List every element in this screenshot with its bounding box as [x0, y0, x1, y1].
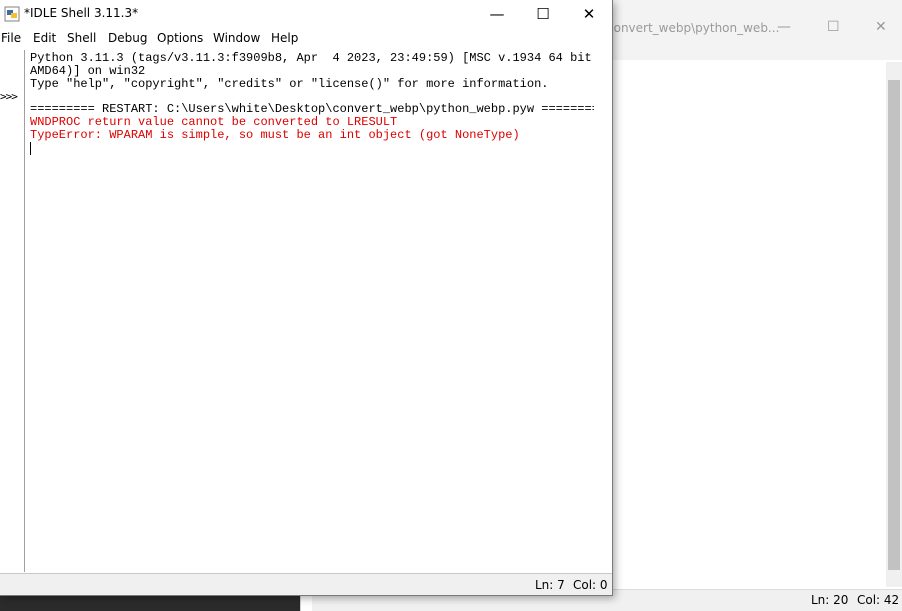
- editor-vertical-scrollbar[interactable]: [886, 62, 902, 587]
- editor-status-line: Ln: 20: [811, 593, 849, 607]
- shell-status-bar: Ln: 7 Col: 0: [0, 573, 612, 595]
- shell-vertical-scrollbar[interactable]: [594, 50, 612, 572]
- editor-window-title: convert_webp\python_web...: [607, 21, 780, 35]
- minimize-button[interactable]: —: [474, 0, 520, 28]
- editor-maximize-button[interactable]: ☐: [827, 19, 840, 35]
- menu-shell[interactable]: Shell: [67, 31, 96, 45]
- prompt-gutter: >>>: [0, 50, 25, 572]
- error-output-line: TypeError: WPARAM is simple, so must be …: [30, 128, 520, 142]
- menu-window[interactable]: Window: [213, 31, 260, 45]
- menu-edit[interactable]: Edit: [33, 31, 56, 45]
- menu-options[interactable]: Options: [157, 31, 203, 45]
- shell-output-area[interactable]: Python 3.11.3 (tags/v3.11.3:f3909b8, Apr…: [28, 50, 594, 572]
- python-idle-icon: [4, 6, 20, 22]
- shell-titlebar[interactable]: *IDLE Shell 3.11.3* — ☐ ✕: [0, 0, 612, 28]
- idle-shell-window: *IDLE Shell 3.11.3* — ☐ ✕ File Edit Shel…: [0, 0, 613, 596]
- editor-status-col: Col: 42: [857, 593, 900, 607]
- maximize-button[interactable]: ☐: [520, 0, 566, 28]
- menu-help[interactable]: Help: [271, 31, 298, 45]
- editor-close-button[interactable]: ✕: [875, 19, 887, 35]
- close-button[interactable]: ✕: [566, 0, 612, 28]
- editor-minimize-button[interactable]: —: [777, 19, 791, 35]
- menu-debug[interactable]: Debug: [108, 31, 147, 45]
- menu-file[interactable]: File: [1, 31, 21, 45]
- editor-scroll-thumb[interactable]: [888, 80, 900, 570]
- shell-prompt: >>>: [0, 90, 18, 103]
- status-line: Ln: 7: [535, 578, 565, 592]
- text-cursor: [30, 142, 31, 155]
- shell-window-title: *IDLE Shell 3.11.3*: [24, 6, 139, 20]
- status-col: Col: 0: [573, 578, 608, 592]
- menu-bar: File Edit Shell Debug Options Window Hel…: [0, 28, 612, 48]
- output-line: Type "help", "copyright", "credits" or "…: [30, 77, 549, 91]
